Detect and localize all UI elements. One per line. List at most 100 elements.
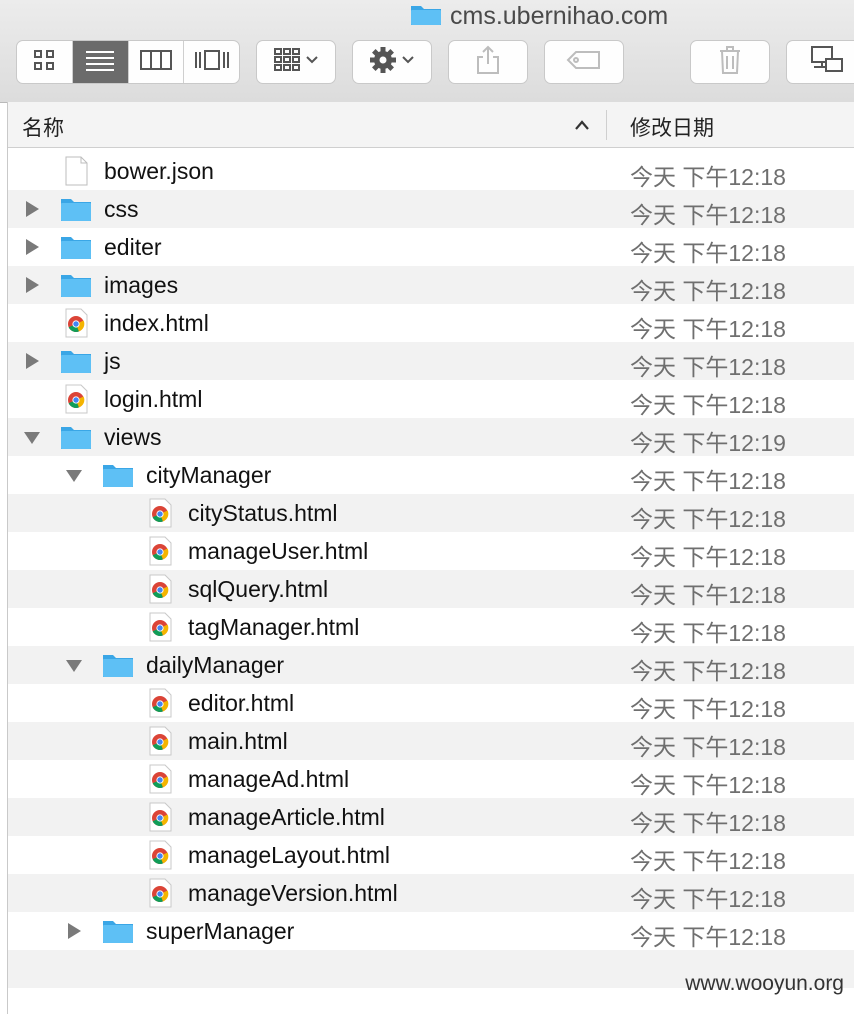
modified-date: 今天 下午12:18 [630, 316, 786, 342]
disclosure-expanded-icon[interactable] [66, 657, 82, 673]
modified-date: 今天 下午12:18 [630, 278, 786, 304]
column-divider[interactable] [606, 110, 607, 140]
sort-ascending-icon[interactable] [574, 118, 590, 136]
modified-date: 今天 下午12:18 [630, 392, 786, 418]
chrome-html-file-icon [144, 498, 176, 528]
folder-row[interactable]: images 今天 下午12:18 [8, 266, 854, 304]
folder-row[interactable]: views 今天 下午12:19 [8, 418, 854, 456]
folder-icon [60, 194, 92, 224]
file-name: tagManager.html [188, 614, 360, 640]
file-name: cityStatus.html [188, 500, 338, 526]
disclosure-collapsed-icon[interactable] [24, 353, 40, 369]
cover-flow-view-button[interactable] [184, 41, 239, 83]
chrome-html-file-icon [144, 574, 176, 604]
date-column-header[interactable]: 修改日期 [630, 112, 714, 142]
folder-icon [410, 2, 442, 31]
modified-date: 今天 下午12:18 [630, 620, 786, 646]
trash-icon [718, 45, 742, 79]
folder-row[interactable]: editer 今天 下午12:18 [8, 228, 854, 266]
modified-date: 今天 下午12:18 [630, 506, 786, 532]
file-name: manageArticle.html [188, 804, 385, 830]
column-header: 名称 修改日期 [8, 102, 854, 148]
file-name: login.html [104, 386, 203, 412]
document-icon [60, 156, 92, 186]
file-name: views [104, 424, 162, 450]
file-name: editor.html [188, 690, 295, 716]
folder-icon [60, 232, 92, 262]
window-title-text: cms.ubernihao.com [450, 1, 669, 30]
file-name: manageLayout.html [188, 842, 391, 868]
folder-icon [102, 916, 134, 946]
cover-flow-icon [194, 49, 230, 76]
file-list: bower.json 今天 下午12:18 css 今天 下午12:18 editer 今… [8, 152, 854, 1026]
file-row[interactable]: index.html 今天 下午12:18 [8, 304, 854, 342]
disclosure-expanded-icon[interactable] [66, 467, 82, 483]
columns-icon [139, 49, 172, 75]
arrange-button[interactable] [256, 40, 336, 84]
chrome-html-file-icon [144, 802, 176, 832]
file-row[interactable]: manageLayout.html 今天 下午12:18 [8, 836, 854, 874]
modified-date: 今天 下午12:18 [630, 202, 786, 228]
disclosure-collapsed-icon[interactable] [24, 239, 40, 255]
modified-date: 今天 下午12:18 [630, 886, 786, 912]
file-row[interactable]: manageUser.html 今天 下午12:18 [8, 532, 854, 570]
folder-row[interactable]: dailyManager 今天 下午12:18 [8, 646, 854, 684]
chrome-html-file-icon [144, 688, 176, 718]
list-view-button[interactable] [72, 41, 129, 83]
file-name: cityManager [146, 462, 272, 488]
folder-icon [102, 460, 134, 490]
folder-row[interactable]: css 今天 下午12:18 [8, 190, 854, 228]
modified-date: 今天 下午12:18 [630, 164, 786, 190]
share-button[interactable] [448, 40, 528, 84]
file-name: css [104, 196, 139, 222]
file-row[interactable]: manageVersion.html 今天 下午12:18 [8, 874, 854, 912]
file-name: superManager [146, 918, 295, 944]
name-column-header[interactable]: 名称 [22, 112, 64, 142]
file-name: main.html [188, 728, 288, 754]
file-row[interactable]: bower.json 今天 下午12:18 [8, 152, 854, 190]
arrange-icon [273, 47, 319, 78]
modified-date: 今天 下午12:18 [630, 848, 786, 874]
disclosure-collapsed-icon[interactable] [24, 277, 40, 293]
folder-row[interactable]: cityManager 今天 下午12:18 [8, 456, 854, 494]
folder-row[interactable]: superManager 今天 下午12:18 [8, 912, 854, 950]
modified-date: 今天 下午12:18 [630, 772, 786, 798]
chrome-html-file-icon [144, 878, 176, 908]
file-row[interactable]: main.html 今天 下午12:18 [8, 722, 854, 760]
delete-button[interactable] [690, 40, 770, 84]
disclosure-expanded-icon[interactable] [24, 429, 40, 445]
modified-date: 今天 下午12:18 [630, 658, 786, 684]
file-row[interactable]: cityStatus.html 今天 下午12:18 [8, 494, 854, 532]
icon-view-button[interactable] [17, 41, 73, 83]
file-row[interactable]: login.html 今天 下午12:18 [8, 380, 854, 418]
window-title: cms.ubernihao.com [410, 2, 668, 30]
action-button[interactable] [352, 40, 432, 84]
share-icon [476, 45, 500, 80]
disclosure-collapsed-icon[interactable] [24, 201, 40, 217]
modified-date: 今天 下午12:18 [630, 544, 786, 570]
modified-date: 今天 下午12:19 [630, 430, 786, 456]
file-name: manageUser.html [188, 538, 369, 564]
list-icon [85, 49, 115, 76]
file-name: manageAd.html [188, 766, 350, 792]
file-row[interactable]: manageArticle.html 今天 下午12:18 [8, 798, 854, 836]
column-view-button[interactable] [129, 41, 185, 83]
modified-date: 今天 下午12:18 [630, 696, 786, 722]
file-row[interactable]: editor.html 今天 下午12:18 [8, 684, 854, 722]
connect-button[interactable] [786, 40, 854, 84]
tags-button[interactable] [544, 40, 624, 84]
file-name: sqlQuery.html [188, 576, 329, 602]
grid-icon [33, 49, 55, 76]
tag-icon [566, 50, 602, 75]
modified-date: 今天 下午12:18 [630, 810, 786, 836]
file-row[interactable]: sqlQuery.html 今天 下午12:18 [8, 570, 854, 608]
disclosure-collapsed-icon[interactable] [66, 923, 82, 939]
folder-icon [102, 650, 134, 680]
view-mode-segmented-control [16, 40, 240, 84]
folder-row[interactable]: js 今天 下午12:18 [8, 342, 854, 380]
file-row[interactable]: manageAd.html 今天 下午12:18 [8, 760, 854, 798]
file-name: manageVersion.html [188, 880, 398, 906]
computer-icon [808, 45, 844, 80]
watermark: www.wooyun.org [685, 972, 844, 995]
file-row[interactable]: tagManager.html 今天 下午12:18 [8, 608, 854, 646]
